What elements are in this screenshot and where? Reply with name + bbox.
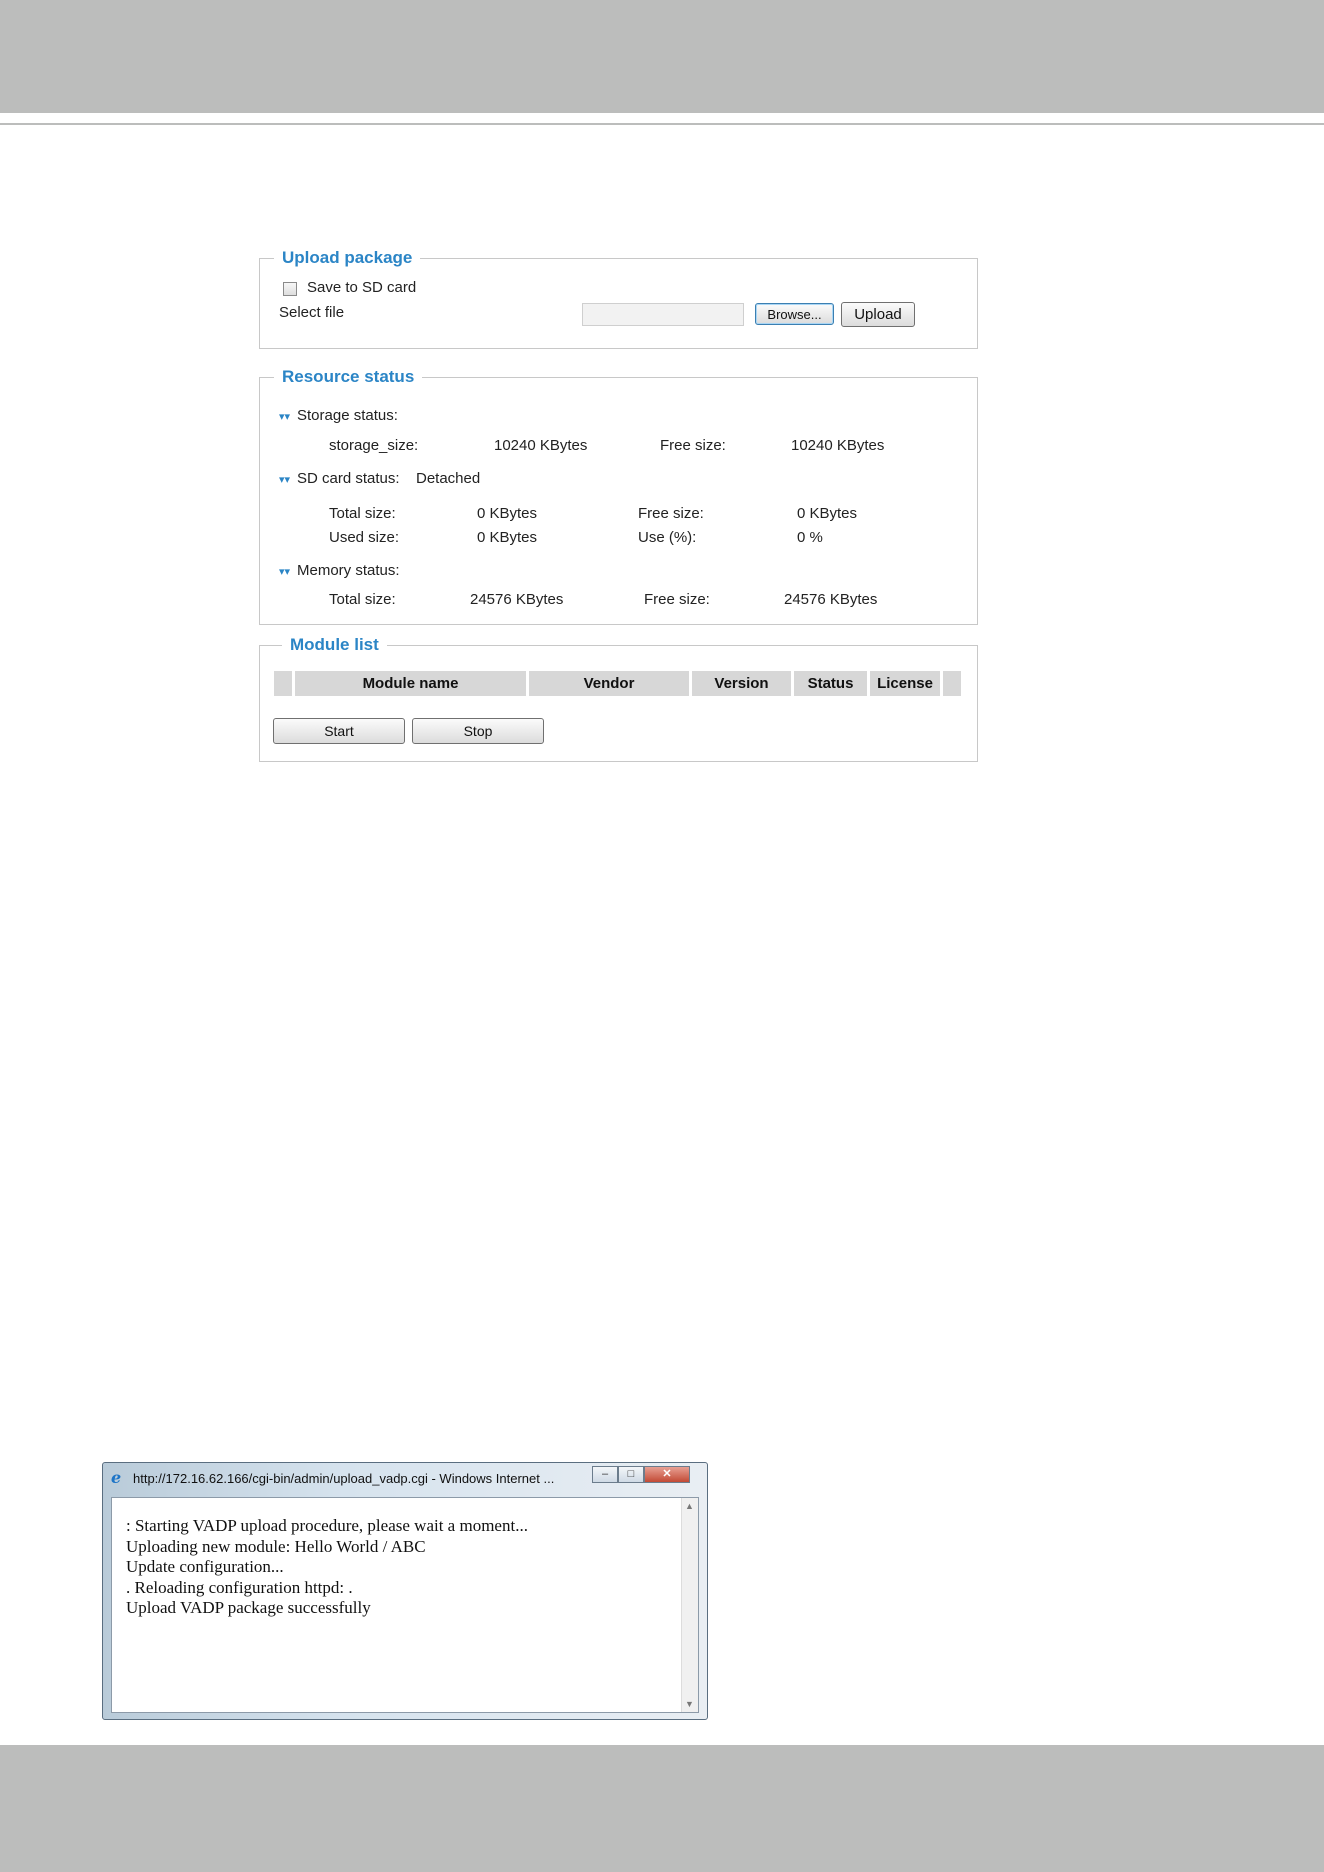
save-to-sd-checkbox[interactable] <box>283 282 297 296</box>
sd-total-value: 0 KBytes <box>477 505 538 522</box>
sd-card-expand-icon[interactable]: ▾▾ <box>279 473 290 486</box>
select-file-label: Select file <box>279 304 345 321</box>
window-title: http://172.16.62.166/cgi-bin/admin/uploa… <box>133 1471 555 1486</box>
start-button[interactable]: Start <box>273 718 405 744</box>
window-content: : Starting VADP upload procedure, please… <box>111 1497 699 1713</box>
memory-total-value: 24576 KBytes <box>470 591 564 608</box>
internet-explorer-icon: e <box>111 1468 122 1487</box>
storage-expand-icon[interactable]: ▾▾ <box>279 410 290 423</box>
log-line: Uploading new module: Hello World / ABC <box>126 1536 426 1556</box>
scroll-down-icon[interactable]: ▼ <box>685 1699 694 1709</box>
browse-button[interactable]: Browse... <box>755 303 834 325</box>
sd-use-percent-label: Use (%): <box>638 529 697 546</box>
table-header-select <box>274 671 292 696</box>
module-list-legend: Module list <box>290 635 379 654</box>
resource-status-panel: Resource status <box>259 367 978 625</box>
upload-log: : Starting VADP upload procedure, please… <box>126 1516 528 1619</box>
column-header-vendor[interactable]: Vendor <box>529 671 689 696</box>
memory-free-label: Free size: <box>644 591 710 608</box>
sd-card-state: Detached <box>416 470 481 487</box>
maximize-icon[interactable]: □ <box>618 1466 644 1483</box>
column-header-license[interactable]: License <box>870 671 940 696</box>
memory-expand-icon[interactable]: ▾▾ <box>279 565 290 578</box>
memory-status-heading: Memory status: <box>297 562 400 579</box>
log-line: Upload VADP package successfully <box>126 1598 371 1617</box>
close-icon[interactable]: ✕ <box>644 1466 690 1483</box>
upload-package-panel: Upload package <box>259 248 978 349</box>
sd-free-value: 0 KBytes <box>797 505 858 522</box>
storage-size-value: 10240 KBytes <box>494 437 588 454</box>
column-header-status[interactable]: Status <box>794 671 867 696</box>
sd-used-value: 0 KBytes <box>477 529 538 546</box>
log-line: Update configuration... <box>126 1557 284 1576</box>
sd-used-label: Used size: <box>329 529 400 546</box>
log-line: . Reloading configuration httpd: . <box>126 1577 353 1597</box>
storage-size-label: storage_size: <box>329 437 419 454</box>
storage-status-heading: Storage status: <box>297 407 398 424</box>
sd-use-percent-value: 0 % <box>797 529 823 546</box>
upload-package-legend: Upload package <box>282 248 413 267</box>
storage-free-label: Free size: <box>660 437 726 454</box>
column-header-version[interactable]: Version <box>692 671 791 696</box>
log-line: : Starting VADP upload procedure, please… <box>126 1516 528 1535</box>
stop-button[interactable]: Stop <box>412 718 544 744</box>
scroll-up-icon[interactable]: ▲ <box>685 1501 694 1511</box>
upload-result-window: e http://172.16.62.166/cgi-bin/admin/upl… <box>102 1462 708 1720</box>
sd-total-label: Total size: <box>329 505 396 522</box>
sd-card-status-heading: SD card status: <box>297 470 400 487</box>
sd-free-label: Free size: <box>638 505 704 522</box>
minimize-icon[interactable]: – <box>592 1466 618 1483</box>
resource-status-legend: Resource status <box>282 367 415 386</box>
column-header-module-name[interactable]: Module name <box>295 671 526 696</box>
memory-free-value: 24576 KBytes <box>784 591 878 608</box>
page-footer-band <box>0 1745 1324 1872</box>
memory-total-label: Total size: <box>329 591 396 608</box>
save-to-sd-label: Save to SD card <box>307 279 417 296</box>
header-divider <box>0 123 1324 125</box>
storage-free-value: 10240 KBytes <box>791 437 885 454</box>
table-header-end <box>943 671 961 696</box>
vertical-scrollbar[interactable]: ▲ ▼ <box>681 1498 698 1712</box>
file-path-input[interactable] <box>582 303 744 326</box>
upload-button[interactable]: Upload <box>841 302 915 327</box>
page-header-band <box>0 0 1324 113</box>
